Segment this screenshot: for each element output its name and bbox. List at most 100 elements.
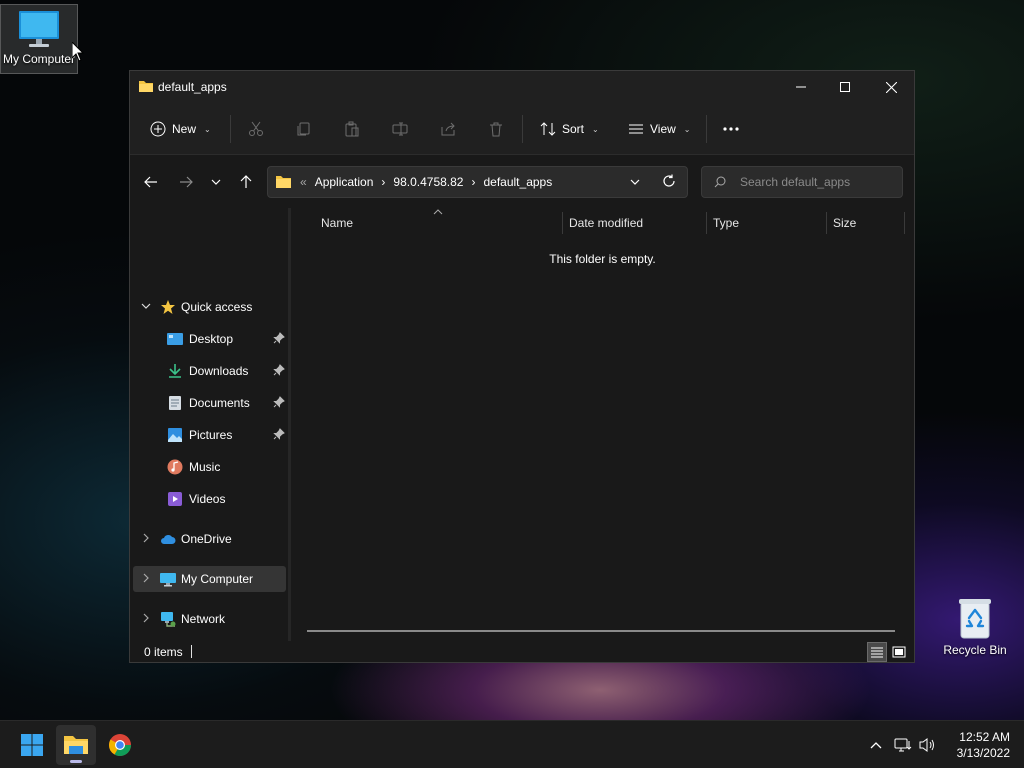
breadcrumb-application[interactable]: Application — [315, 175, 374, 189]
column-header-date-modified[interactable]: Date modified — [569, 216, 643, 230]
sidebar-item-documents[interactable]: Documents — [133, 390, 286, 416]
chevron-right-icon[interactable]: › — [381, 175, 385, 189]
monitor-icon — [19, 11, 59, 47]
column-divider[interactable] — [562, 212, 563, 234]
network-status-icon — [894, 738, 912, 752]
navigation-pane: Quick access Desktop Downloads Documents… — [130, 208, 288, 641]
file-list: Name Date modified Type Size This folder… — [291, 208, 914, 641]
view-label: View — [650, 122, 676, 136]
share-button[interactable] — [440, 115, 456, 143]
sidebar-item-downloads[interactable]: Downloads — [133, 358, 286, 384]
sidebar-item-quick-access[interactable]: Quick access — [133, 294, 286, 320]
new-button[interactable]: New ⌄ — [150, 115, 211, 143]
sort-ascending-icon — [433, 209, 443, 215]
cut-button[interactable] — [248, 115, 264, 143]
desktop-icon — [167, 333, 183, 345]
address-history-button[interactable] — [630, 176, 640, 190]
copy-button[interactable] — [296, 115, 312, 143]
item-count: 0 items — [144, 645, 183, 659]
pin-icon[interactable] — [273, 332, 285, 344]
sidebar-item-desktop[interactable]: Desktop — [133, 326, 286, 352]
sidebar-item-my-computer[interactable]: My Computer — [133, 566, 286, 592]
up-button[interactable] — [234, 170, 258, 194]
speaker-icon — [919, 738, 934, 752]
chevron-right-icon — [143, 613, 149, 623]
tiles-view-icon — [892, 646, 906, 658]
taskbar-chrome[interactable] — [100, 725, 140, 765]
breadcrumb-overflow[interactable]: « — [300, 175, 307, 189]
search-input[interactable] — [740, 174, 890, 190]
view-button[interactable]: View ⌄ — [628, 115, 691, 143]
sidebar-item-network[interactable]: Network — [133, 606, 286, 632]
sidebar-item-label: Documents — [189, 396, 250, 410]
minimize-button[interactable] — [778, 71, 824, 103]
pin-icon[interactable] — [273, 364, 285, 376]
paste-button[interactable] — [344, 115, 360, 143]
trash-icon — [490, 122, 502, 137]
desktop-icon-recycle-bin[interactable]: Recycle Bin — [936, 596, 1014, 662]
volume-button[interactable] — [918, 735, 938, 755]
chevron-down-icon — [141, 303, 151, 309]
sidebar-item-pictures[interactable]: Pictures — [133, 422, 286, 448]
sidebar-item-label: Quick access — [181, 300, 253, 314]
pin-icon[interactable] — [273, 428, 285, 440]
desktop-icon-my-computer[interactable]: My Computer — [0, 4, 78, 74]
sidebar-item-onedrive[interactable]: OneDrive — [133, 526, 286, 552]
search-box[interactable] — [701, 166, 903, 198]
empty-folder-message: This folder is empty. — [549, 252, 656, 266]
back-button[interactable] — [139, 170, 163, 194]
search-icon — [714, 176, 726, 188]
column-header-name[interactable]: Name — [321, 216, 353, 230]
more-options-button[interactable] — [722, 115, 740, 143]
close-icon — [885, 81, 897, 93]
chevron-right-icon[interactable]: › — [471, 175, 475, 189]
file-explorer-window: default_apps New ⌄ Sort ⌄ View ⌄ « Appli… — [129, 70, 915, 663]
close-button[interactable] — [868, 71, 914, 103]
chevron-right-icon — [143, 533, 149, 543]
maximize-button[interactable] — [822, 71, 868, 103]
start-button[interactable] — [12, 725, 52, 765]
column-header-size[interactable]: Size — [833, 216, 856, 230]
breadcrumb-default-apps[interactable]: default_apps — [483, 175, 552, 189]
folder-icon — [64, 736, 88, 754]
taskbar-file-explorer[interactable] — [56, 725, 96, 765]
title-bar[interactable]: default_apps — [130, 71, 914, 103]
clock-time: 12:52 AM — [959, 730, 1010, 744]
refresh-button[interactable] — [662, 174, 676, 191]
refresh-icon — [663, 174, 675, 187]
active-indicator — [70, 760, 82, 763]
column-divider[interactable] — [904, 212, 905, 234]
pin-icon[interactable] — [273, 396, 285, 408]
new-label: New — [172, 122, 197, 136]
sidebar-item-videos[interactable]: Videos — [133, 486, 286, 512]
navigation-bar: « Application › 98.0.4758.82 › default_a… — [130, 156, 914, 208]
sidebar-item-label: Videos — [189, 492, 226, 506]
delete-button[interactable] — [488, 115, 504, 143]
scissors-icon — [249, 121, 263, 136]
clock[interactable]: 12:52 AM 3/13/2022 — [940, 729, 1010, 761]
arrow-up-icon — [240, 175, 252, 188]
desktop-icon-label: My Computer — [2, 52, 76, 66]
chevron-down-icon: ⌄ — [683, 124, 691, 134]
show-hidden-icons-button[interactable] — [866, 735, 886, 755]
column-divider[interactable] — [826, 212, 827, 234]
sort-button[interactable]: Sort ⌄ — [540, 115, 599, 143]
video-icon — [168, 492, 182, 506]
list-view-icon — [629, 124, 643, 134]
rename-button[interactable] — [392, 115, 408, 143]
address-bar[interactable]: « Application › 98.0.4758.82 › default_a… — [267, 166, 688, 198]
details-view-button[interactable] — [867, 642, 887, 662]
breadcrumb-version[interactable]: 98.0.4758.82 — [393, 175, 463, 189]
column-divider[interactable] — [706, 212, 707, 234]
status-bar: 0 items — [130, 641, 914, 663]
network-status-button[interactable] — [893, 735, 913, 755]
chevron-up-icon — [870, 742, 882, 749]
tiles-view-button[interactable] — [889, 642, 909, 662]
horizontal-scrollbar[interactable] — [307, 630, 895, 632]
column-header-type[interactable]: Type — [713, 216, 739, 230]
chevron-down-icon: ⌄ — [592, 124, 599, 134]
toolbar-divider — [706, 115, 707, 143]
recent-locations-button[interactable] — [204, 170, 228, 194]
sidebar-item-music[interactable]: Music — [133, 454, 286, 480]
forward-button[interactable] — [174, 170, 198, 194]
